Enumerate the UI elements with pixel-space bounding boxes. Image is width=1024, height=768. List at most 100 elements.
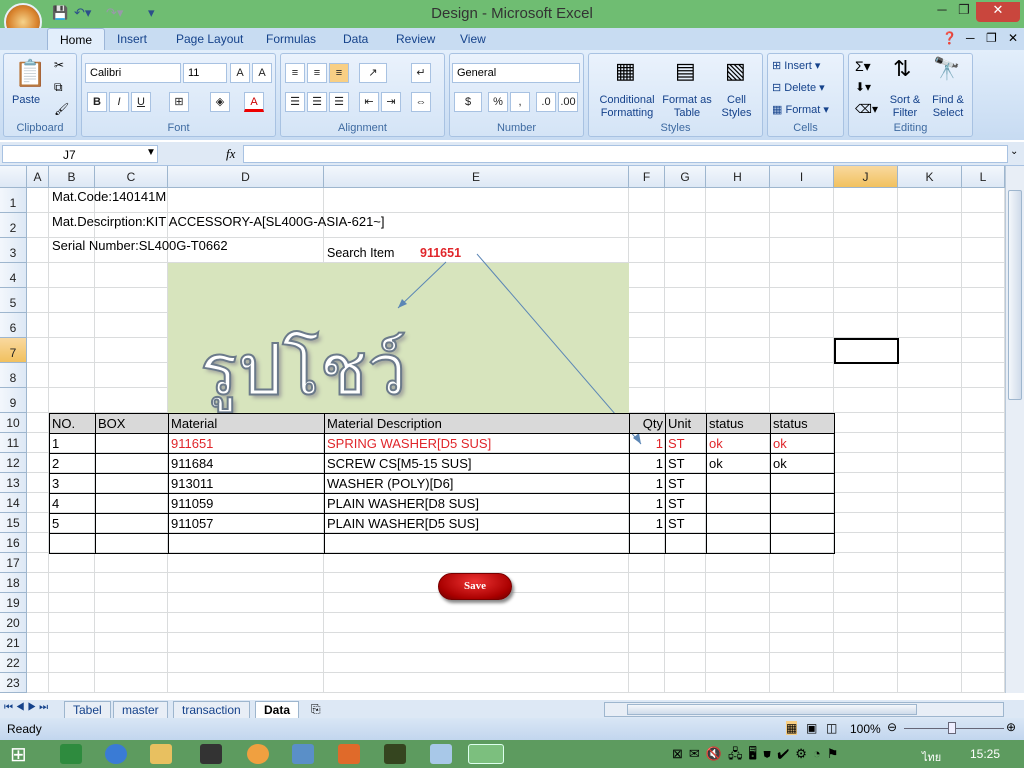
table-cell-no[interactable]: 1: [49, 433, 96, 454]
name-box[interactable]: J7: [2, 145, 158, 163]
expand-formula-bar-icon[interactable]: ⌄: [1010, 146, 1018, 157]
taskbar-app-icon[interactable]: [292, 744, 314, 764]
table-cell-status2[interactable]: ok: [770, 433, 835, 454]
restore-button[interactable]: ❐: [952, 2, 976, 22]
table-cell-status1[interactable]: [706, 513, 771, 534]
decrease-indent-icon[interactable]: ⇤: [359, 92, 379, 112]
sheet-tab-master[interactable]: master: [113, 701, 168, 719]
comma-button[interactable]: ,: [510, 92, 530, 112]
increase-decimal-icon[interactable]: .0: [536, 92, 556, 112]
normal-view-icon[interactable]: ▦: [786, 721, 798, 735]
ribbon-minimize-icon[interactable]: ─: [966, 31, 975, 45]
customize-qat-icon[interactable]: ▾: [148, 5, 155, 21]
format-cells-button[interactable]: ▦ Format ▾: [772, 104, 829, 117]
table-cell-material[interactable]: 911057: [168, 513, 325, 534]
table-cell-qty[interactable]: 1: [629, 493, 666, 514]
fill-icon[interactable]: ⬇▾: [855, 80, 871, 94]
paste-icon[interactable]: 📋: [14, 58, 46, 89]
tab-data[interactable]: Data: [343, 32, 368, 46]
conditional-formatting-icon[interactable]: ▦: [615, 58, 636, 84]
table-cell-unit[interactable]: ST: [665, 473, 707, 494]
table-cell-empty[interactable]: [49, 533, 96, 554]
number-format-select[interactable]: General: [452, 63, 580, 83]
minimize-button[interactable]: ─: [930, 2, 954, 22]
table-cell-status2[interactable]: [770, 513, 835, 534]
table-cell-status2[interactable]: [770, 493, 835, 514]
table-cell-no[interactable]: 4: [49, 493, 96, 514]
table-cell-unit[interactable]: ST: [665, 493, 707, 514]
cell-styles-button[interactable]: Cell Styles: [714, 94, 759, 120]
sort-filter-button[interactable]: Sort & Filter: [885, 94, 925, 120]
horizontal-scroll-thumb[interactable]: [627, 704, 917, 715]
table-cell-box[interactable]: [95, 493, 169, 514]
table-header-box[interactable]: BOX: [95, 413, 169, 434]
format-painter-icon[interactable]: 🖌: [54, 102, 69, 116]
help-icon[interactable]: ❓: [942, 31, 957, 45]
close-button[interactable]: ✕: [976, 2, 1020, 22]
table-cell-unit[interactable]: ST: [665, 433, 707, 454]
merge-center-icon[interactable]: ⇔: [411, 92, 431, 112]
search-item-input[interactable]: 911651: [418, 243, 461, 263]
taskbar-app-icon[interactable]: [430, 744, 452, 764]
mat-code[interactable]: Mat.Code:140141M: [50, 187, 166, 207]
find-select-icon[interactable]: 🔭: [933, 56, 960, 82]
vertical-scrollbar[interactable]: [1005, 166, 1024, 693]
table-cell-box[interactable]: [95, 433, 169, 454]
sheet-tab-data[interactable]: Data: [255, 701, 300, 719]
insert-sheet-icon[interactable]: ⎘: [311, 702, 321, 717]
table-cell-qty[interactable]: 1: [629, 433, 666, 454]
zoom-out-icon[interactable]: ⊖: [887, 720, 897, 734]
bold-button[interactable]: B: [87, 92, 107, 112]
mat-description[interactable]: Mat.Descirption:KIT ACCESSORY-A[SL400G-A…: [50, 212, 385, 232]
zoom-slider-thumb[interactable]: [948, 722, 956, 734]
insert-cells-button[interactable]: ⊞ Insert ▾: [772, 60, 820, 73]
table-header-unit[interactable]: Unit: [665, 413, 707, 434]
sort-filter-icon[interactable]: ⇅: [893, 56, 911, 82]
table-cell-qty[interactable]: 1: [629, 473, 666, 494]
start-button[interactable]: ⊞: [10, 742, 27, 767]
vertical-scroll-thumb[interactable]: [1008, 190, 1022, 400]
taskbar-excel-active-icon[interactable]: [468, 744, 504, 764]
table-cell-empty[interactable]: [95, 533, 169, 554]
table-cell-empty[interactable]: [324, 533, 630, 554]
sheet-tab-transaction[interactable]: transaction: [173, 701, 250, 719]
taskbar-xampp-icon[interactable]: [338, 744, 360, 764]
grow-font-icon[interactable]: A: [230, 63, 250, 83]
undo-icon[interactable]: ↶▾: [74, 5, 91, 21]
font-size-select[interactable]: 11: [183, 63, 227, 83]
clear-icon[interactable]: ⌫▾: [855, 102, 878, 116]
table-cell-desc[interactable]: SCREW CS[M5-15 SUS]: [324, 453, 630, 474]
align-left-icon[interactable]: ☰: [285, 92, 305, 112]
table-cell-desc[interactable]: SPRING WASHER[D5 SUS]: [324, 433, 630, 454]
table-cell-desc[interactable]: PLAIN WASHER[D8 SUS]: [324, 493, 630, 514]
table-cell-status1[interactable]: [706, 493, 771, 514]
language-indicator[interactable]: ไทย: [922, 748, 941, 766]
table-cell-unit[interactable]: ST: [665, 513, 707, 534]
table-cell-status1[interactable]: [706, 473, 771, 494]
paste-button[interactable]: Paste: [12, 94, 40, 107]
table-cell-no[interactable]: 5: [49, 513, 96, 534]
table-cell-box[interactable]: [95, 513, 169, 534]
conditional-formatting-button[interactable]: Conditional Formatting: [592, 94, 662, 120]
formula-input[interactable]: [243, 145, 1008, 163]
zoom-in-icon[interactable]: ⊕: [1006, 720, 1016, 734]
taskbar-excel-icon[interactable]: [60, 744, 82, 764]
table-cell-material[interactable]: 911651: [168, 433, 325, 454]
tab-home[interactable]: Home: [47, 28, 106, 52]
table-header-status[interactable]: status: [706, 413, 771, 434]
horizontal-scrollbar[interactable]: [604, 702, 1004, 717]
taskbar-app-icon[interactable]: [247, 744, 269, 764]
fill-color-icon[interactable]: ◈: [210, 92, 230, 112]
page-layout-view-icon[interactable]: ▣: [806, 721, 817, 735]
font-color-icon[interactable]: A: [244, 92, 264, 112]
align-right-icon[interactable]: ☰: [329, 92, 349, 112]
tab-formulas[interactable]: Formulas: [266, 32, 316, 46]
decrease-decimal-icon[interactable]: .00: [558, 92, 578, 112]
taskbar-app-icon[interactable]: [200, 744, 222, 764]
currency-icon[interactable]: $: [454, 92, 482, 112]
clock[interactable]: 15:25: [970, 747, 1000, 761]
align-bottom-icon[interactable]: ≡: [329, 63, 349, 83]
taskbar-ie-icon[interactable]: [105, 744, 127, 764]
cut-icon[interactable]: ✂: [54, 58, 64, 72]
worksheet-grid[interactable]: ABCDEFGHIJKL 1 2 3 4 5 6 7 8 9 10 11 12 13 14 15 16 17 18…: [0, 166, 1005, 693]
